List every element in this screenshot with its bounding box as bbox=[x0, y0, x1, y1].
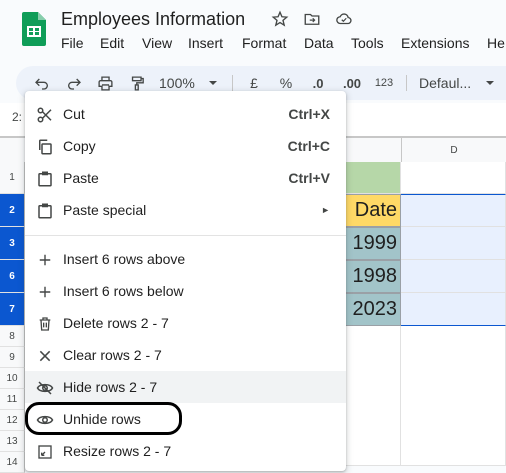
menu-edit[interactable]: Edit bbox=[100, 35, 124, 51]
cell-d3[interactable] bbox=[401, 227, 506, 260]
sheets-logo-icon[interactable] bbox=[22, 12, 46, 46]
clipboard-icon bbox=[36, 170, 54, 188]
row-header-selected[interactable]: 2 bbox=[0, 194, 25, 227]
toolbar-divider bbox=[406, 75, 407, 91]
row-header[interactable]: 11 bbox=[0, 389, 25, 410]
menu-item-insert-below[interactable]: Insert 6 rows below bbox=[25, 275, 346, 307]
menu-item-label: Paste special bbox=[63, 202, 147, 218]
menu-item-copy[interactable]: Copy Ctrl+C bbox=[25, 130, 346, 162]
menu-format[interactable]: Format bbox=[242, 35, 286, 51]
cell-c1[interactable] bbox=[340, 162, 401, 194]
menu-item-label: Copy bbox=[63, 138, 96, 154]
menu-tools[interactable]: Tools bbox=[351, 35, 384, 51]
menu-divider bbox=[25, 235, 346, 236]
cell-c7[interactable]: 2023 bbox=[340, 293, 401, 326]
row-header[interactable]: 13 bbox=[0, 431, 25, 452]
row-header[interactable]: 8 bbox=[0, 326, 25, 347]
redo-icon bbox=[68, 78, 81, 90]
shortcut-text: Ctrl+X bbox=[288, 106, 330, 122]
cell-d1[interactable] bbox=[401, 162, 506, 194]
caret-down-icon bbox=[209, 81, 217, 85]
undo-icon bbox=[35, 78, 48, 90]
plus-icon bbox=[36, 283, 54, 301]
menu-item-label: Cut bbox=[63, 106, 85, 122]
trash-icon bbox=[36, 315, 54, 333]
menu-item-label: Paste bbox=[63, 170, 99, 186]
row-header[interactable]: 12 bbox=[0, 410, 25, 431]
menu-item-cut[interactable]: Cut Ctrl+X bbox=[25, 98, 346, 130]
font-family-select[interactable]: Defaul... bbox=[419, 66, 481, 100]
highlight-annotation bbox=[25, 402, 182, 435]
menu-item-hide-rows[interactable]: Hide rows 2 - 7 bbox=[25, 371, 346, 403]
menu-file[interactable]: File bbox=[61, 35, 84, 51]
toolbar-divider bbox=[232, 75, 233, 91]
row-header[interactable]: 1 bbox=[0, 162, 25, 194]
cell-c6[interactable]: 1998 bbox=[340, 260, 401, 293]
menu-item-paste[interactable]: Paste Ctrl+V bbox=[25, 162, 346, 194]
cloud-saved-icon[interactable] bbox=[335, 10, 353, 28]
clipboard-icon bbox=[36, 202, 54, 220]
copy-icon bbox=[36, 138, 54, 156]
cell-d-empty[interactable] bbox=[401, 326, 506, 466]
menu-view[interactable]: View bbox=[142, 35, 172, 51]
row-header[interactable]: 14 bbox=[0, 452, 25, 473]
row-header-selected[interactable]: 7 bbox=[0, 293, 25, 326]
row-header[interactable]: 9 bbox=[0, 347, 25, 368]
font-family-value: Defaul... bbox=[419, 75, 472, 91]
scissors-icon bbox=[36, 106, 54, 124]
move-folder-icon[interactable] bbox=[303, 10, 321, 28]
top-bar: Employees Information File Edit View Ins… bbox=[0, 0, 506, 64]
menu-item-insert-above[interactable]: Insert 6 rows above bbox=[25, 243, 346, 275]
shortcut-text: Ctrl+C bbox=[287, 138, 330, 154]
column-header-d[interactable]: D bbox=[401, 138, 506, 162]
menu-item-label: Resize rows 2 - 7 bbox=[63, 443, 172, 459]
cell-d2[interactable] bbox=[401, 194, 506, 227]
menu-item-delete-rows[interactable]: Delete rows 2 - 7 bbox=[25, 307, 346, 339]
submenu-arrow-icon: ► bbox=[321, 205, 330, 215]
font-dropdown[interactable] bbox=[483, 66, 497, 100]
cell-d6[interactable] bbox=[401, 260, 506, 293]
menu-help[interactable]: He bbox=[487, 35, 505, 51]
menu-item-label: Clear rows 2 - 7 bbox=[63, 347, 162, 363]
menu-insert[interactable]: Insert bbox=[188, 35, 223, 51]
row-header-selected[interactable]: 6 bbox=[0, 260, 25, 293]
cell-d7[interactable] bbox=[401, 293, 506, 326]
menu-data[interactable]: Data bbox=[304, 35, 334, 51]
cell-c3[interactable]: 1999 bbox=[340, 227, 401, 260]
resize-icon bbox=[36, 443, 54, 461]
paint-format-icon bbox=[131, 75, 144, 91]
menu-extensions[interactable]: Extensions bbox=[401, 35, 469, 51]
eye-off-icon bbox=[36, 379, 54, 397]
menu-item-label: Hide rows 2 - 7 bbox=[63, 379, 158, 395]
menu-item-label: Insert 6 rows below bbox=[63, 283, 184, 299]
menu-item-label: Insert 6 rows above bbox=[63, 251, 186, 267]
document-title[interactable]: Employees Information bbox=[61, 9, 245, 30]
shortcut-text: Ctrl+V bbox=[288, 170, 330, 186]
close-icon bbox=[36, 347, 54, 365]
row-header[interactable]: 10 bbox=[0, 368, 25, 389]
zoom-value: 100% bbox=[159, 75, 195, 91]
menu-item-paste-special[interactable]: Paste special ► bbox=[25, 194, 346, 226]
cell-c-empty[interactable] bbox=[340, 326, 401, 466]
star-icon[interactable] bbox=[271, 10, 289, 28]
cell-c2[interactable]: Date bbox=[340, 194, 401, 227]
menu-item-clear-rows[interactable]: Clear rows 2 - 7 bbox=[25, 339, 346, 371]
caret-down-icon bbox=[486, 81, 494, 85]
menu-item-resize-rows[interactable]: Resize rows 2 - 7 bbox=[25, 435, 346, 467]
row-header-selected[interactable]: 3 bbox=[0, 227, 25, 260]
number-format-button[interactable]: 123 bbox=[372, 66, 396, 100]
menu-item-label: Delete rows 2 - 7 bbox=[63, 315, 169, 331]
plus-icon bbox=[36, 251, 54, 269]
print-icon bbox=[97, 75, 113, 91]
